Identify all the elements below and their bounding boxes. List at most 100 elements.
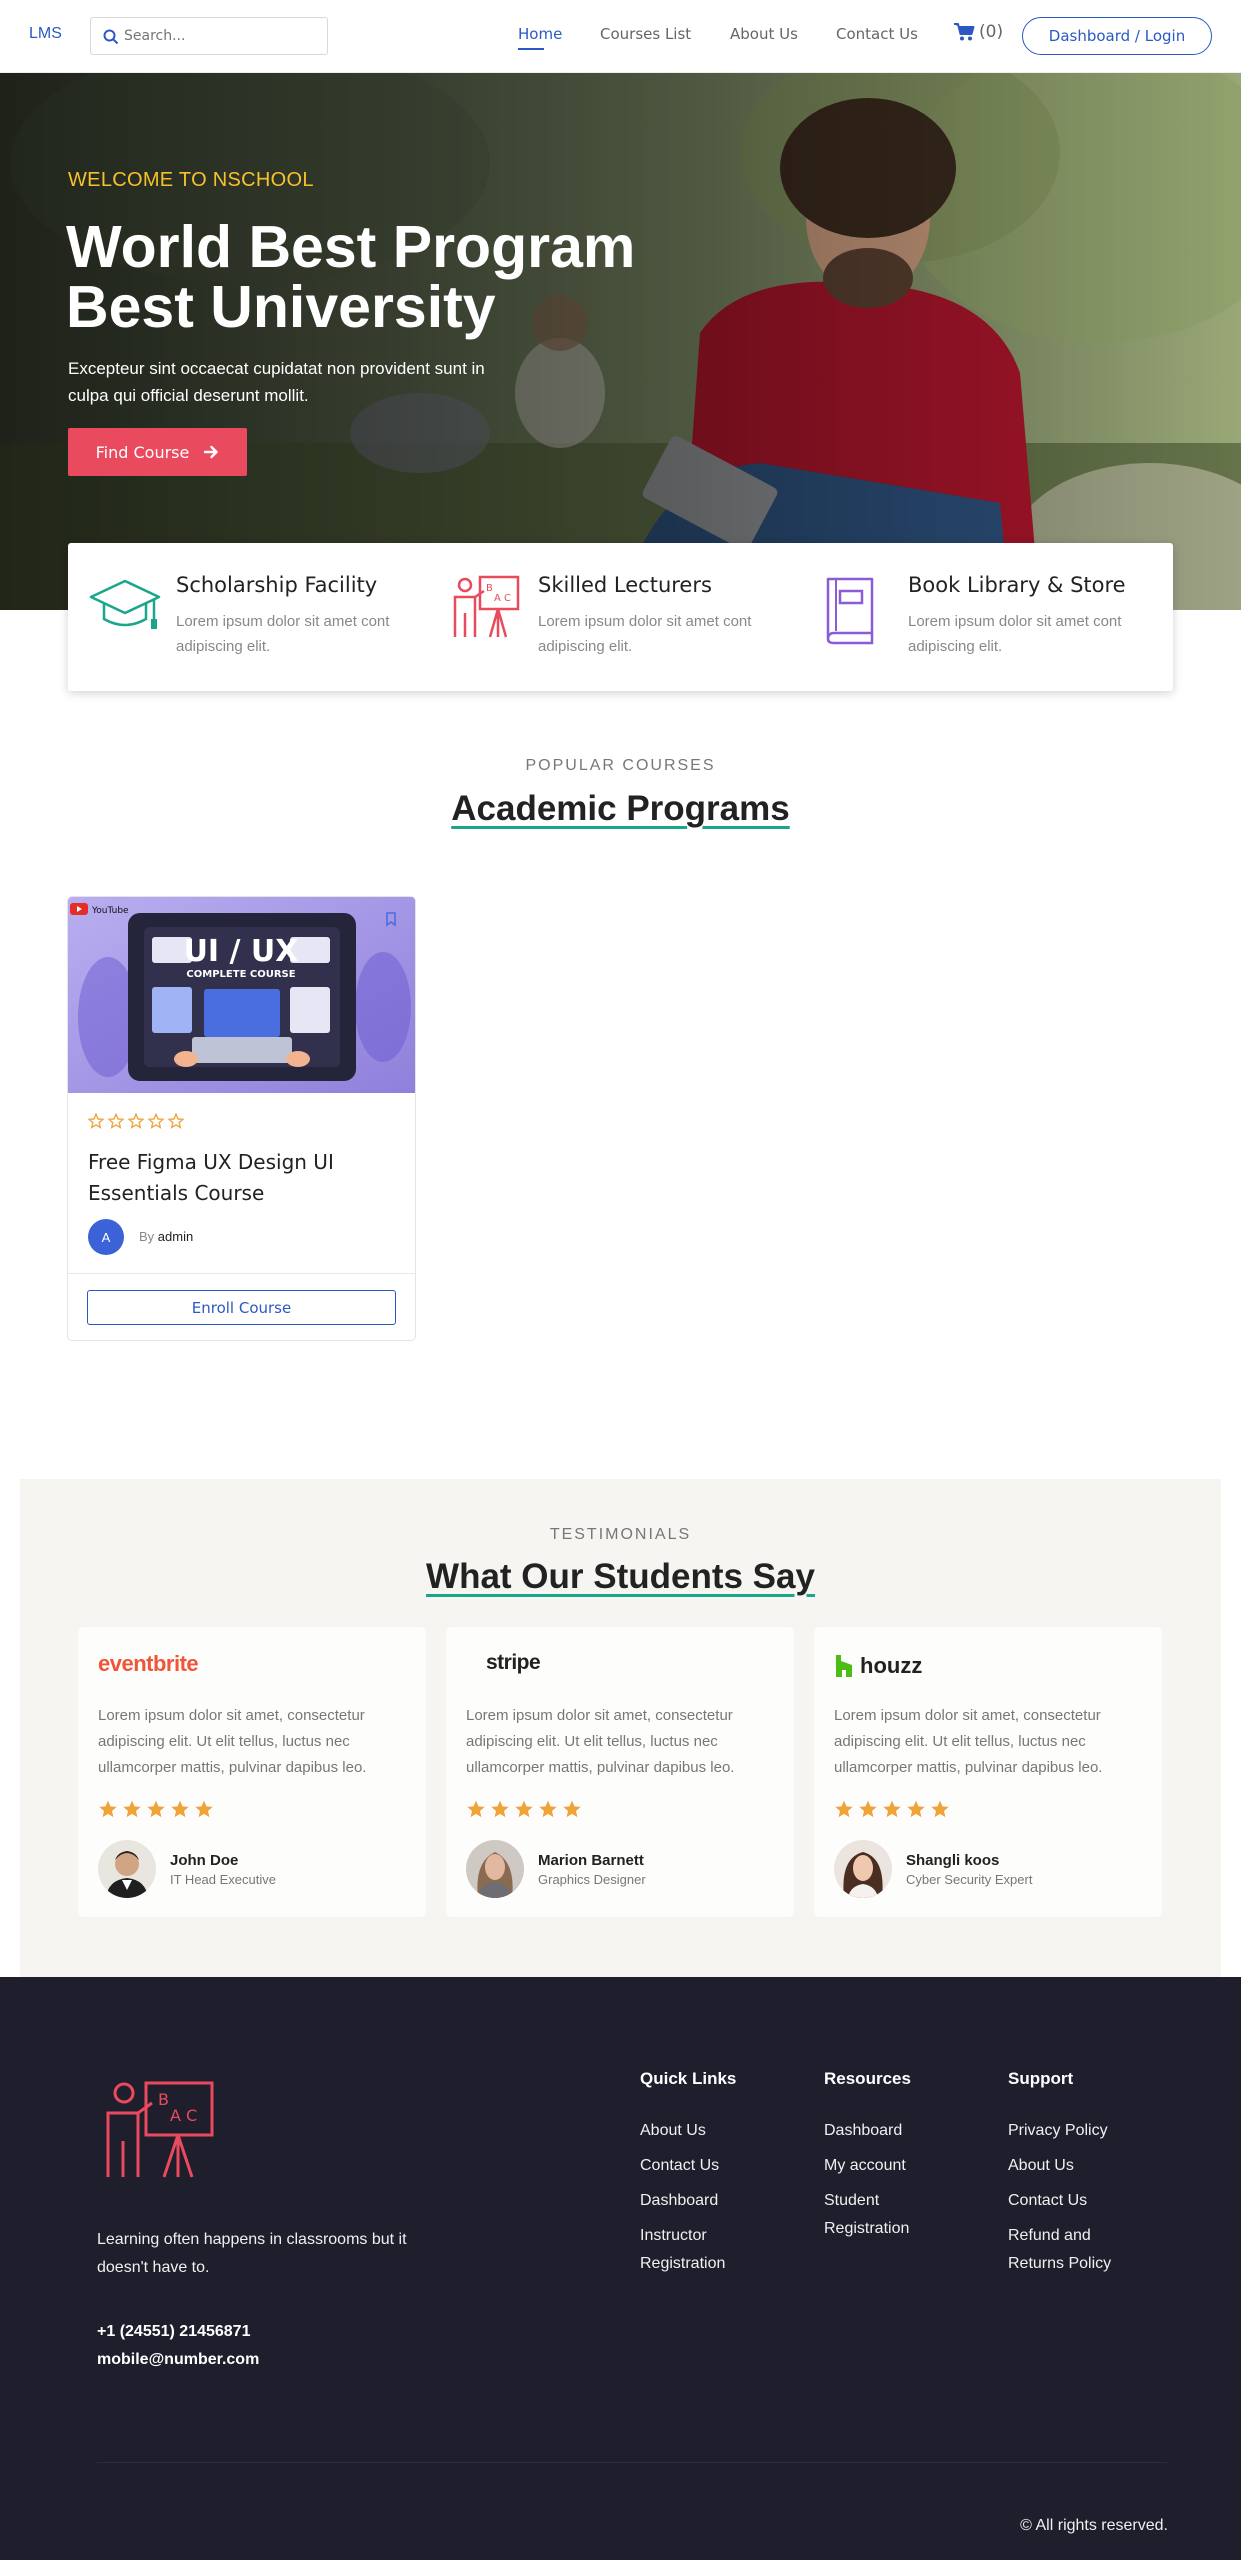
houzz-wordmark: houzz xyxy=(860,1653,923,1678)
site-footer: B A C Learning often happens in classroo… xyxy=(0,1977,1241,2560)
feature-text: Lorem ipsum dolor sit amet cont adipisci… xyxy=(176,613,390,655)
star-outline-icon xyxy=(108,1113,124,1129)
testimonials-eyebrow: TESTIMONIALS xyxy=(549,1526,692,1543)
course-author: By admin xyxy=(139,1229,193,1244)
footer-link-instructor-registration[interactable]: Instructor Registration xyxy=(640,2222,750,2278)
testimonial-role: IT Head Executive xyxy=(170,1872,276,1887)
footer-link-contact-us[interactable]: Contact Us xyxy=(1008,2187,1178,2215)
nav-courses-list[interactable]: Courses List xyxy=(600,25,691,43)
course-card[interactable]: YouTube UI / UX COMPLETE COURSE Free Fig… xyxy=(67,896,416,1341)
enroll-course-button[interactable]: Enroll Course xyxy=(87,1290,396,1325)
star-outline-icon xyxy=(128,1113,144,1129)
hero-text: Excepteur sint occaecat cupidatat non pr… xyxy=(68,359,485,405)
star-icon xyxy=(99,1800,117,1818)
star-icon xyxy=(539,1800,557,1818)
stripe-logo: stripe xyxy=(486,1651,541,1674)
course-thumbnail[interactable]: YouTube UI / UX COMPLETE COURSE xyxy=(68,897,415,1093)
find-course-label: Find Course xyxy=(95,442,190,462)
star-icon xyxy=(907,1800,925,1818)
cart-icon xyxy=(954,23,975,41)
site-header: LMS Home Courses List About Us Contact U… xyxy=(0,0,1241,73)
footer-tagline: Learning often happens in classrooms but… xyxy=(97,2231,407,2276)
testimonial-rating xyxy=(466,1799,582,1819)
thumb-subtitle: COMPLETE COURSE xyxy=(186,969,295,980)
testimonial-role: Cyber Security Expert xyxy=(906,1872,1033,1887)
eventbrite-logo: eventbrite xyxy=(98,1651,199,1676)
houzz-icon xyxy=(836,1655,852,1677)
star-icon xyxy=(467,1800,485,1818)
search-input[interactable] xyxy=(124,26,319,46)
graduation-cap-icon xyxy=(89,579,161,629)
footer-link-refund-policy[interactable]: Refund and Returns Policy xyxy=(1008,2222,1138,2278)
footer-phone[interactable]: +1 (24551) 21456871 xyxy=(97,2323,250,2341)
testimonials-title-text: What Our Students Say xyxy=(426,1557,815,1596)
footer-link-privacy-policy[interactable]: Privacy Policy xyxy=(1008,2117,1178,2145)
hero-title-line1: World Best Program xyxy=(66,214,636,280)
feature-title: Skilled Lecturers xyxy=(538,573,712,597)
footer-resources: Resources Dashboard My account Student R… xyxy=(824,2069,994,2250)
footer-email[interactable]: mobile@number.com xyxy=(97,2351,259,2369)
star-icon xyxy=(563,1800,581,1818)
testimonial-text: Lorem ipsum dolor sit amet, consectetur … xyxy=(834,1707,1103,1776)
author-name[interactable]: admin xyxy=(158,1229,193,1244)
footer-link-student-registration[interactable]: Student Registration xyxy=(824,2187,934,2243)
footer-link-my-account[interactable]: My account xyxy=(824,2152,994,2180)
course-title[interactable]: Free Figma UX Design UI Essentials Cours… xyxy=(88,1147,388,1209)
hero-background-image xyxy=(0,73,1241,610)
avatar xyxy=(834,1840,892,1898)
feature-text: Lorem ipsum dolor sit amet cont adipisci… xyxy=(908,613,1122,655)
footer-col-title: Support xyxy=(1008,2069,1074,2088)
footer-col-title: Resources xyxy=(824,2069,911,2088)
find-course-button[interactable]: Find Course xyxy=(68,428,247,476)
footer-support: Support Privacy Policy About Us Contact … xyxy=(1008,2069,1178,2285)
feature-title: Scholarship Facility xyxy=(176,573,378,597)
avatar xyxy=(466,1840,524,1898)
star-outline-icon xyxy=(168,1113,184,1129)
testimonial-text: Lorem ipsum dolor sit amet, consectetur … xyxy=(466,1707,735,1776)
houzz-logo: houzz xyxy=(834,1651,922,1681)
svg-text:B: B xyxy=(486,583,493,594)
footer-link-dashboard[interactable]: Dashboard xyxy=(824,2117,994,2145)
testimonial-card: eventbrite Lorem ipsum dolor sit amet, c… xyxy=(78,1627,426,1917)
footer-link-about-us[interactable]: About Us xyxy=(640,2117,810,2145)
svg-text:A C: A C xyxy=(170,2106,197,2125)
testimonial-role: Graphics Designer xyxy=(538,1872,646,1887)
testimonial-name: John Doe xyxy=(170,1852,239,1869)
cart-button[interactable]: (0) xyxy=(953,22,1003,42)
testimonial-text: Lorem ipsum dolor sit amet, consectetur … xyxy=(98,1707,367,1776)
nav-home[interactable]: Home xyxy=(518,25,562,43)
course-rating xyxy=(88,1113,184,1129)
hero-welcome: WELCOME TO NSCHOOL xyxy=(68,169,314,191)
cart-count: (0) xyxy=(979,22,1004,42)
feature-text: Lorem ipsum dolor sit amet cont adipisci… xyxy=(538,613,752,655)
svg-text:A C: A C xyxy=(494,593,511,604)
teacher-board-icon: B A C xyxy=(453,575,520,638)
star-icon xyxy=(883,1800,901,1818)
star-icon xyxy=(491,1800,509,1818)
footer-copyright: © All rights reserved. xyxy=(1020,2517,1168,2534)
nav-about-us[interactable]: About Us xyxy=(730,25,798,43)
testimonial-card: stripe Lorem ipsum dolor sit amet, conse… xyxy=(446,1627,794,1917)
testimonial-name: Marion Barnett xyxy=(538,1852,644,1869)
search-box[interactable] xyxy=(90,17,328,55)
dashboard-login-button[interactable]: Dashboard / Login xyxy=(1022,17,1212,55)
footer-link-about-us[interactable]: About Us xyxy=(1008,2152,1178,2180)
courses-eyebrow: POPULAR COURSES xyxy=(525,757,716,774)
star-icon xyxy=(195,1800,213,1818)
search-icon xyxy=(103,29,119,45)
star-outline-icon xyxy=(148,1113,164,1129)
nav-contact-us[interactable]: Contact Us xyxy=(836,25,918,43)
star-icon xyxy=(147,1800,165,1818)
footer-link-dashboard[interactable]: Dashboard xyxy=(640,2187,810,2215)
star-outline-icon xyxy=(88,1113,104,1129)
footer-link-contact-us[interactable]: Contact Us xyxy=(640,2152,810,2180)
hero-banner: WELCOME TO NSCHOOL World Best Program Be… xyxy=(0,73,1241,610)
nav-active-indicator xyxy=(518,48,544,50)
site-logo[interactable]: LMS xyxy=(29,25,62,43)
hero-title: World Best Program Best University xyxy=(66,217,766,337)
star-icon xyxy=(859,1800,877,1818)
testimonial-rating xyxy=(834,1799,950,1819)
avatar xyxy=(98,1840,156,1898)
teacher-board-logo-icon: B A C xyxy=(106,2081,214,2178)
youtube-label: YouTube xyxy=(91,906,129,916)
